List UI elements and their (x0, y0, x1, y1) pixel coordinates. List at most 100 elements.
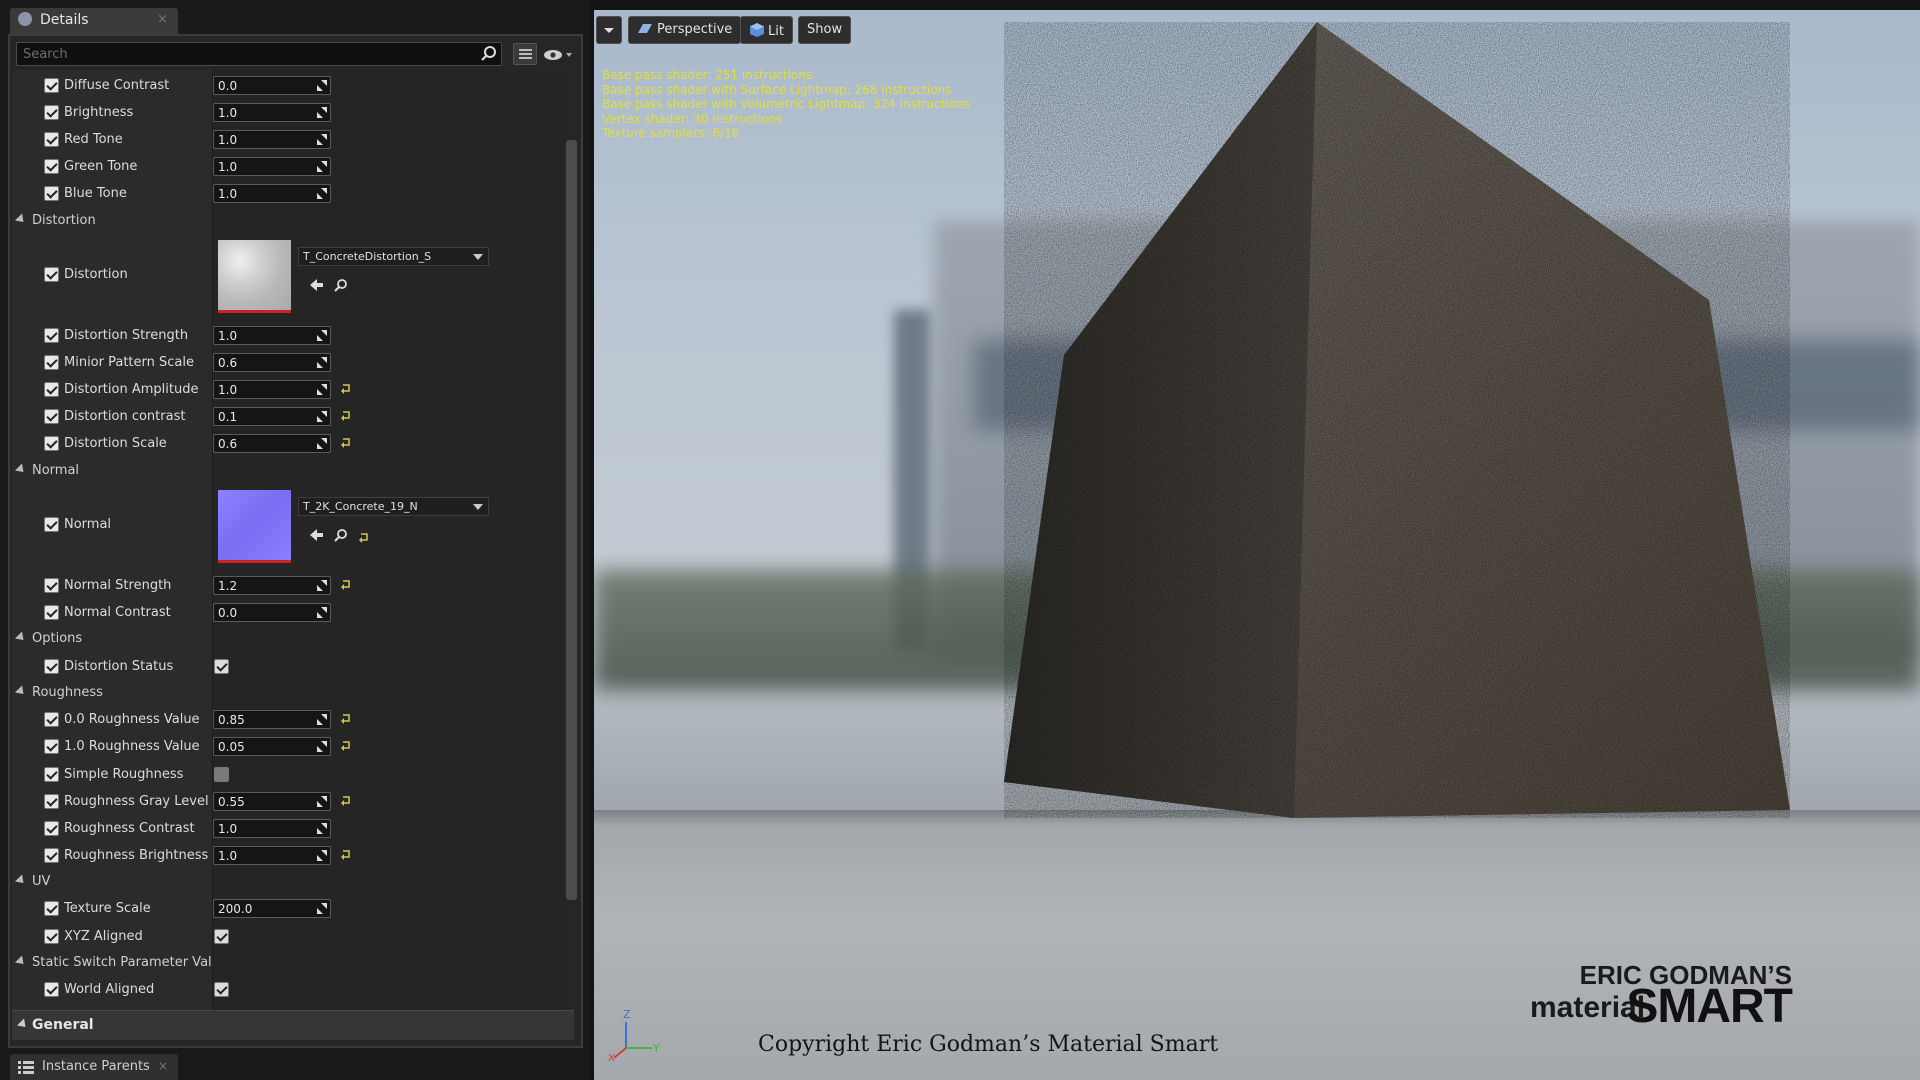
category-distortion[interactable]: Distortion (12, 208, 564, 234)
override-checkbox[interactable] (44, 928, 59, 944)
reset-to-default-icon[interactable] (340, 436, 352, 449)
view-options-button[interactable] (513, 43, 537, 65)
override-checkbox[interactable] (44, 132, 59, 148)
search-icon[interactable] (480, 45, 497, 62)
perspective-button[interactable]: Perspective (628, 16, 742, 44)
reset-to-default-icon[interactable] (340, 409, 352, 422)
asset-dropdown[interactable]: T_ConcreteDistortion_S (298, 247, 489, 266)
use-selected-arrow-icon[interactable] (310, 278, 324, 292)
slider-arrows-icon[interactable] (317, 741, 327, 753)
value-field[interactable]: 0.55 (213, 791, 331, 811)
override-checkbox[interactable] (44, 605, 59, 621)
slider-arrows-icon[interactable] (317, 795, 327, 807)
reset-to-default-icon[interactable] (340, 848, 352, 860)
value-field[interactable]: 1.0 (213, 184, 331, 204)
category-roughness[interactable]: Roughness (12, 680, 564, 706)
override-checkbox[interactable] (44, 578, 59, 593)
category-static-switch-parameter-value[interactable]: Static Switch Parameter Value (12, 950, 564, 976)
override-checkbox[interactable] (44, 658, 59, 674)
slider-arrows-icon[interactable] (317, 107, 327, 119)
use-selected-arrow-icon[interactable] (310, 528, 324, 542)
reset-to-default-icon[interactable] (340, 712, 352, 725)
texture-thumbnail[interactable] (218, 240, 291, 313)
value-field[interactable]: 1.0 (213, 130, 331, 150)
slider-arrows-icon[interactable] (317, 607, 327, 619)
override-checkbox[interactable] (44, 328, 59, 343)
override-checkbox[interactable] (44, 159, 59, 175)
override-checkbox[interactable] (44, 739, 59, 755)
value-field[interactable]: 0.05 (213, 737, 331, 757)
slider-arrows-icon[interactable] (317, 714, 327, 726)
scrollbar[interactable] (566, 140, 577, 900)
override-checkbox[interactable] (44, 78, 59, 93)
category-options[interactable]: Options (12, 626, 564, 652)
slider-arrows-icon[interactable] (317, 903, 327, 915)
override-checkbox[interactable] (44, 982, 59, 998)
reset-to-default-icon[interactable] (340, 794, 352, 806)
slider-arrows-icon[interactable] (317, 134, 327, 146)
value-field[interactable]: 1.0 (213, 157, 331, 177)
value-field[interactable]: 1.0 (213, 845, 331, 865)
value-field[interactable]: 200.0 (213, 899, 331, 919)
value-field[interactable]: 1.0 (213, 103, 331, 123)
override-checkbox[interactable] (44, 436, 59, 452)
value-field[interactable]: 0.0 (213, 603, 331, 623)
reset-to-default-icon[interactable] (340, 382, 352, 395)
override-checkbox[interactable] (44, 517, 59, 532)
category-uv[interactable]: UV (12, 869, 564, 895)
value-checkbox[interactable] (214, 928, 229, 944)
lit-button[interactable]: Lit (740, 16, 793, 44)
value-field[interactable]: 0.85 (213, 710, 331, 730)
category-general[interactable]: General (12, 1010, 574, 1040)
slider-arrows-icon[interactable] (317, 384, 327, 396)
details-tab[interactable]: Details × (10, 8, 178, 34)
value-field[interactable]: 1.0 (213, 380, 331, 400)
override-checkbox[interactable] (44, 820, 59, 836)
value-checkbox[interactable] (214, 658, 229, 674)
value-field[interactable]: 0.6 (213, 434, 331, 454)
slider-arrows-icon[interactable] (317, 188, 327, 200)
category-normal[interactable]: Normal (12, 458, 564, 484)
search-input[interactable] (16, 42, 502, 66)
reset-to-default-icon[interactable] (340, 578, 352, 590)
asset-dropdown[interactable]: T_2K_Concrete_19_N (298, 497, 489, 516)
value-field[interactable]: 1.0 (213, 818, 331, 838)
close-icon[interactable]: × (157, 12, 168, 27)
slider-arrows-icon[interactable] (317, 357, 327, 369)
viewport-options-button[interactable] (596, 16, 622, 44)
slider-arrows-icon[interactable] (317, 822, 327, 834)
override-checkbox[interactable] (44, 793, 59, 809)
value-field[interactable]: 1.2 (213, 576, 331, 595)
texture-thumbnail[interactable] (218, 490, 291, 563)
override-checkbox[interactable] (44, 382, 59, 398)
reset-to-default-icon[interactable] (358, 531, 370, 543)
slider-arrows-icon[interactable] (317, 330, 327, 341)
slider-arrows-icon[interactable] (317, 580, 327, 591)
browse-search-icon[interactable] (334, 528, 348, 542)
slider-arrows-icon[interactable] (317, 80, 327, 91)
override-checkbox[interactable] (44, 355, 59, 371)
override-checkbox[interactable] (44, 105, 59, 121)
reset-to-default-icon[interactable] (340, 739, 352, 752)
value-field[interactable]: 1.0 (213, 326, 331, 345)
eye-icon[interactable] (543, 48, 573, 62)
browse-search-icon[interactable] (334, 278, 348, 292)
show-button[interactable]: Show (798, 16, 852, 44)
slider-arrows-icon[interactable] (317, 411, 327, 423)
value-field[interactable]: 0.1 (213, 407, 331, 427)
slider-arrows-icon[interactable] (317, 438, 327, 450)
value-checkbox[interactable] (214, 766, 229, 782)
value-checkbox[interactable] (214, 982, 229, 998)
override-checkbox[interactable] (44, 267, 59, 282)
override-checkbox[interactable] (44, 712, 59, 728)
slider-arrows-icon[interactable] (317, 161, 327, 173)
value-field[interactable]: 0.0 (213, 76, 331, 95)
override-checkbox[interactable] (44, 766, 59, 782)
override-checkbox[interactable] (44, 186, 59, 202)
viewport[interactable]: Perspective Lit Show Base pass shader: 2… (594, 10, 1920, 1080)
close-icon[interactable]: × (158, 1059, 168, 1073)
override-checkbox[interactable] (44, 847, 59, 863)
override-checkbox[interactable] (44, 901, 59, 917)
slider-arrows-icon[interactable] (317, 849, 327, 861)
value-field[interactable]: 0.6 (213, 353, 331, 373)
